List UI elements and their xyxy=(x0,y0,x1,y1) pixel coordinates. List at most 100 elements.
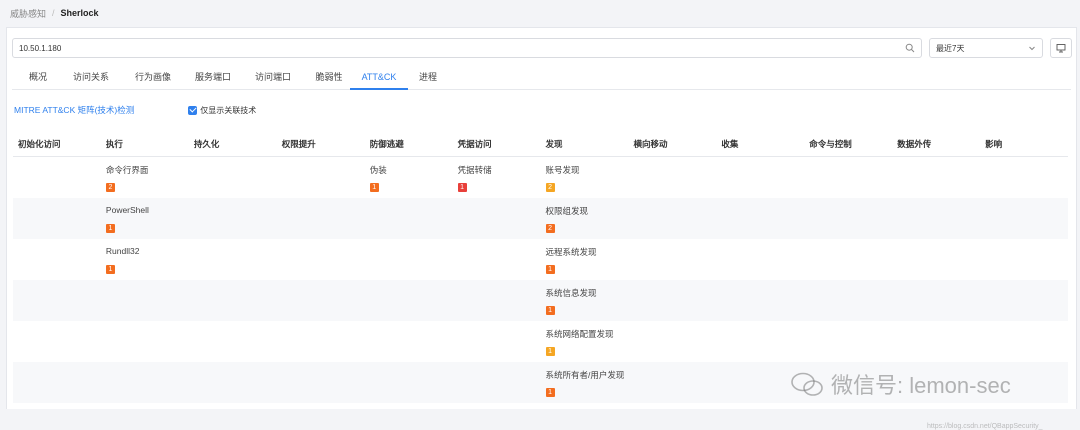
technique-name[interactable]: Rundll32 xyxy=(106,246,189,258)
matrix-cell xyxy=(13,198,101,239)
matrix-cell xyxy=(277,157,365,198)
attck-matrix: 初始化访问 执行 持久化 权限提升 防御逃避 凭据访问 发现 横向移动 收集 命令与控制 数据外传 影… xyxy=(13,133,1068,403)
search-row: 10.50.1.180 最近7天 xyxy=(12,38,1072,58)
technique-name[interactable]: 系统所有者/用户发现 xyxy=(546,369,629,381)
matrix-cell[interactable]: 命令行界面 2 xyxy=(101,157,189,198)
matrix-cell xyxy=(716,239,804,280)
matrix-header: 初始化访问 执行 持久化 权限提升 防御逃避 凭据访问 发现 横向移动 收集 命令与控制 数据外传 影… xyxy=(13,133,1068,157)
matrix-cell xyxy=(453,321,541,362)
matrix-cell xyxy=(189,198,277,239)
time-range-value: 最近7天 xyxy=(936,43,965,53)
only-related-label: 仅显示关联技术 xyxy=(200,105,257,115)
chevron-down-icon xyxy=(1029,46,1035,51)
tab-3[interactable]: 服务端口 xyxy=(184,68,242,90)
technique-count-badge: 1 xyxy=(545,388,555,397)
matrix-cell xyxy=(716,198,804,239)
technique-count-badge: 1 xyxy=(105,224,115,233)
matrix-cell xyxy=(804,157,892,198)
matrix-cell xyxy=(13,157,101,198)
matrix-cell xyxy=(453,239,541,280)
technique-count-badge: 2 xyxy=(105,183,115,192)
column-header: 初始化访问 xyxy=(18,139,61,149)
matrix-cell xyxy=(453,362,541,403)
matrix-cell[interactable]: 账号发现 2 xyxy=(541,157,629,198)
matrix-cell xyxy=(892,321,980,362)
matrix-cell[interactable]: 权限组发现 2 xyxy=(541,198,629,239)
matrix-cell xyxy=(365,198,453,239)
matrix-row: Rundll32 1 远程系统发现 1 xyxy=(13,239,1068,280)
technique-name[interactable]: 命令行界面 xyxy=(106,164,189,176)
column-header: 持久化 xyxy=(193,139,220,149)
technique-name[interactable]: 系统信息发现 xyxy=(546,287,629,299)
tab-7[interactable]: 进程 xyxy=(410,68,446,90)
matrix-body: 命令行界面 2 伪装 1 凭据转储 1 账号发现 2 PowerShell 1 权限组发现 2 Rund… xyxy=(13,157,1068,403)
tab-bar: 概况 访问关系 行为画像 服务端口 访问端口 脆弱性 ATT&CK 进程 xyxy=(12,68,1071,90)
column-header: 执行 xyxy=(105,139,123,149)
technique-name[interactable]: 权限组发现 xyxy=(546,205,629,217)
tab-1[interactable]: 访问关系 xyxy=(62,68,120,90)
tab-0[interactable]: 概况 xyxy=(20,68,56,90)
matrix-cell xyxy=(277,362,365,403)
matrix-cell xyxy=(365,280,453,321)
matrix-cell[interactable]: 凭据转储 1 xyxy=(453,157,541,198)
technique-count-badge: 1 xyxy=(369,183,379,192)
matrix-cell xyxy=(716,157,804,198)
matrix-cell xyxy=(13,321,101,362)
matrix-cell[interactable]: 系统所有者/用户发现 1 xyxy=(541,362,629,403)
matrix-cell xyxy=(980,321,1068,362)
tab-2[interactable]: 行为画像 xyxy=(124,68,182,90)
matrix-cell[interactable]: 远程系统发现 1 xyxy=(541,239,629,280)
breadcrumb-separator: / xyxy=(52,8,55,18)
tab-5[interactable]: 脆弱性 xyxy=(304,68,354,90)
matrix-cell xyxy=(716,280,804,321)
matrix-cell xyxy=(804,280,892,321)
matrix-cell xyxy=(804,239,892,280)
search-input-value: 10.50.1.180 xyxy=(19,43,62,53)
technique-count-badge: 1 xyxy=(545,347,555,356)
tab-4[interactable]: 访问端口 xyxy=(244,68,302,90)
matrix-cell[interactable]: 系统网络配置发现 1 xyxy=(541,321,629,362)
technique-count-badge: 1 xyxy=(545,306,555,315)
matrix-cell xyxy=(716,321,804,362)
matrix-cell xyxy=(189,280,277,321)
technique-count-badge: 2 xyxy=(545,224,555,233)
matrix-cell[interactable]: 伪装 1 xyxy=(365,157,453,198)
watermark: 微信号: lemon-sec xyxy=(789,368,1011,400)
watermark-url: https://blog.csdn.net/QBappSecurity_ xyxy=(927,423,1043,430)
search-icon[interactable] xyxy=(905,43,915,53)
technique-name[interactable]: 账号发现 xyxy=(546,164,629,176)
matrix-cell[interactable]: Rundll32 1 xyxy=(101,239,189,280)
matrix-cell xyxy=(892,198,980,239)
search-input[interactable]: 10.50.1.180 xyxy=(12,38,922,58)
technique-count-badge: 2 xyxy=(545,183,555,192)
matrix-cell xyxy=(189,321,277,362)
matrix-cell xyxy=(365,362,453,403)
matrix-cell xyxy=(980,239,1068,280)
column-header: 命令与控制 xyxy=(809,139,852,149)
matrix-cell xyxy=(365,239,453,280)
technique-name[interactable]: 伪装 xyxy=(370,164,453,176)
technique-name[interactable]: PowerShell xyxy=(106,205,189,217)
technique-name[interactable]: 远程系统发现 xyxy=(546,246,629,258)
matrix-row: 命令行界面 2 伪装 1 凭据转储 1 账号发现 2 xyxy=(13,157,1068,198)
technique-name[interactable]: 凭据转储 xyxy=(458,164,541,176)
matrix-row: 系统信息发现 1 xyxy=(13,280,1068,321)
column-header: 凭据访问 xyxy=(457,139,492,149)
tab-6[interactable]: ATT&CK xyxy=(350,68,408,90)
breadcrumb: 威胁感知 / Sherlock xyxy=(10,0,99,26)
mitre-matrix-link[interactable]: MITRE ATT&CK 矩阵(技术)检测 xyxy=(14,104,134,116)
technique-name[interactable]: 系统网络配置发现 xyxy=(546,328,629,340)
matrix-cell[interactable]: 系统信息发现 1 xyxy=(541,280,629,321)
matrix-cell xyxy=(277,321,365,362)
only-related-checkbox[interactable]: 仅显示关联技术 xyxy=(188,105,256,116)
column-header: 数据外传 xyxy=(897,139,932,149)
matrix-cell xyxy=(628,321,716,362)
matrix-cell xyxy=(277,280,365,321)
time-range-select[interactable]: 最近7天 xyxy=(929,38,1043,58)
matrix-cell[interactable]: PowerShell 1 xyxy=(101,198,189,239)
matrix-cell xyxy=(892,280,980,321)
matrix-cell xyxy=(453,280,541,321)
breadcrumb-parent[interactable]: 威胁感知 xyxy=(10,7,46,20)
monitor-button[interactable] xyxy=(1050,38,1072,58)
matrix-cell xyxy=(277,198,365,239)
